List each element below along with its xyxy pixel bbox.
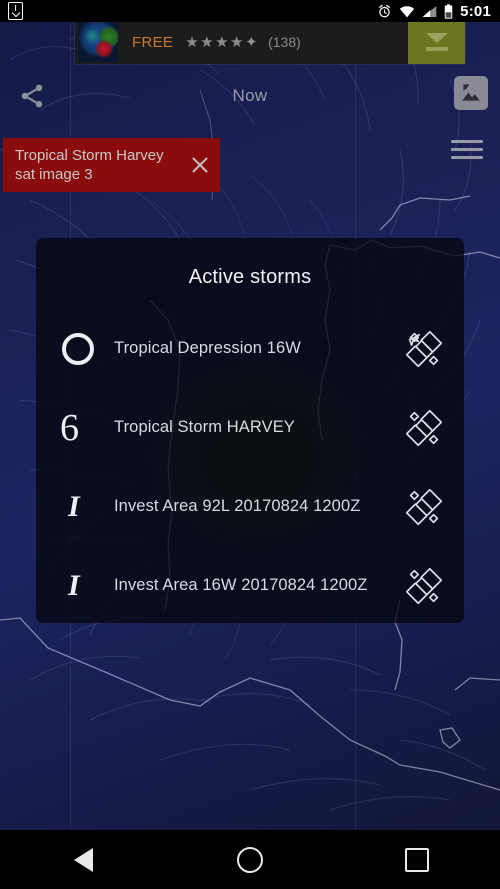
close-icon[interactable] (180, 138, 220, 192)
satellite-button[interactable] (392, 317, 456, 381)
earth-globe-app-icon (78, 22, 118, 62)
status-bar-left (0, 2, 23, 20)
ad-rating-stars: ★★★★✦ (185, 33, 260, 51)
satellite-icon (405, 567, 443, 604)
satellite-button[interactable] (392, 396, 456, 460)
home-circle-icon (236, 846, 263, 873)
hamburger-menu-icon-line (451, 147, 483, 151)
app-root: 5:01 FREE ★★★★✦ (138) Now Tropical Storm… (0, 0, 500, 889)
hamburger-menu-icon-line (451, 155, 483, 159)
storm-name-label: Tropical Depression 16W (114, 339, 301, 357)
satellite-icon (405, 488, 443, 525)
wifi-icon (400, 5, 415, 17)
status-badge-label: Tropical Storm Harvey sat image 3 (15, 147, 164, 183)
download-badge-icon (8, 2, 23, 20)
recents-button[interactable] (372, 830, 462, 889)
status-bar-clock: 5:01 (460, 2, 491, 20)
status-bar: 5:01 (0, 0, 500, 22)
ad-banner[interactable]: FREE ★★★★✦ (138) (75, 20, 465, 64)
tropical-depression-circle-symbol (58, 332, 108, 365)
invest-area-symbol: I (58, 568, 108, 602)
list-item[interactable]: Tropical Depression 16W (36, 309, 464, 388)
ad-rating-count: (138) (268, 34, 301, 50)
storm-name-label: Tropical Storm HARVEY (114, 418, 295, 436)
status-badge[interactable]: Tropical Storm Harvey sat image 3 (3, 138, 220, 192)
list-item[interactable]: 6 Tropical Storm HARVEY (36, 388, 464, 467)
circle-symbol-shape (62, 332, 94, 365)
cell-signal-icon (422, 5, 437, 17)
ad-price-label: FREE (132, 33, 174, 51)
download-arrow-icon (425, 33, 448, 43)
satellite-icon (405, 409, 443, 446)
list-item[interactable]: I Invest Area 16W 20170824 1200Z (36, 546, 464, 623)
satellite-button[interactable] (392, 554, 456, 618)
invest-symbol-glyph: I (68, 568, 80, 602)
dialog-title: Active storms (188, 266, 312, 288)
invest-area-symbol: I (58, 489, 108, 523)
back-triangle-icon (73, 847, 93, 872)
download-arrow-bar (425, 47, 448, 51)
hamburger-menu-button[interactable] (446, 132, 488, 166)
invest-symbol-glyph: I (68, 489, 80, 523)
satellite-button[interactable] (392, 475, 456, 539)
cyclone-symbol-glyph: 6 (60, 406, 79, 449)
storm-name-label: Invest Area 16W 20170824 1200Z (114, 576, 368, 594)
storm-name-label: Invest Area 92L 20170824 1200Z (114, 497, 361, 515)
android-nav-bar (0, 830, 500, 889)
current-time-label[interactable]: Now (0, 86, 500, 106)
storm-list: Tropical Depression 16W 6 Tropical Storm… (36, 309, 464, 623)
ad-install-button[interactable] (408, 20, 465, 64)
back-button[interactable] (38, 830, 128, 889)
satellite-icon (405, 330, 443, 367)
battery-icon (444, 3, 453, 19)
active-storms-dialog: Active storms Tropical Depression 16W 6 … (36, 238, 464, 623)
tropical-storm-cyclone-symbol: 6 (58, 409, 108, 447)
list-item[interactable]: I Invest Area 92L 20170824 1200Z (36, 467, 464, 546)
home-button[interactable] (205, 830, 295, 889)
status-bar-right: 5:01 (377, 4, 500, 19)
top-toolbar: Now (0, 66, 500, 159)
image-layer-button[interactable] (454, 76, 488, 110)
alarm-clock-icon (379, 4, 391, 17)
image-icon (462, 84, 480, 101)
hamburger-menu-icon-line (451, 139, 483, 143)
recents-square-icon (404, 847, 429, 872)
